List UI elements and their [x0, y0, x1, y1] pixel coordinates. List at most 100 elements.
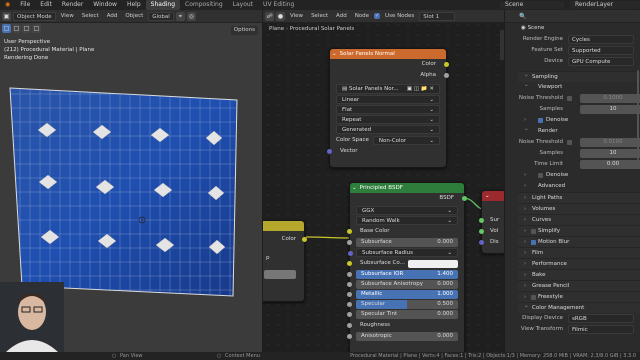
simplify-panel[interactable]: Simplify	[518, 225, 640, 237]
sss-method-dropdown[interactable]: Random Walk ⌄	[356, 216, 458, 225]
feature-set-dropdown[interactable]: Supported	[568, 46, 634, 55]
source-dropdown[interactable]: Generated ⌄	[336, 125, 440, 134]
anisotropic-socket[interactable]	[347, 334, 352, 339]
curves-panel[interactable]: Curves	[518, 214, 640, 226]
r-denoise-subpanel[interactable]: Denoise	[518, 170, 640, 181]
vp-denoise-checkbox[interactable]	[538, 118, 543, 123]
color-space-dropdown[interactable]: Non-Color ⌄	[372, 136, 440, 145]
vector-input-socket[interactable]	[327, 149, 332, 154]
scene-selector[interactable]: Scene	[500, 1, 564, 9]
collapse-icon[interactable]: ⌄	[332, 51, 337, 57]
volume-socket[interactable]	[479, 229, 484, 234]
image-datablock[interactable]: ▤ Solar Panels Nor... ▣ ◫ 📁 ✕	[336, 84, 440, 94]
advanced-subpanel[interactable]: Advanced	[518, 181, 640, 192]
node-editor[interactable]: ☍ ● View Select Add Node ✓ Use Nodes Slo…	[263, 10, 504, 352]
search-icon[interactable]: 🔍	[519, 13, 526, 20]
subsurface-radius-dropdown[interactable]: Subsurface Radius ⌄	[348, 248, 458, 257]
subsurface-socket[interactable]	[347, 240, 352, 245]
grease-pencil-panel[interactable]: Grease Pencil	[518, 280, 640, 292]
menu-window[interactable]: Window	[88, 0, 122, 10]
material-output-header[interactable]: ⌄	[482, 191, 504, 201]
motion-blur-panel[interactable]: Motion Blur	[518, 236, 640, 248]
vp-noise-threshold-checkbox[interactable]	[567, 96, 572, 101]
freestyle-panel[interactable]: Freestyle	[518, 291, 640, 303]
menu-edit[interactable]: Edit	[35, 0, 57, 10]
tab-compositing[interactable]: Compositing	[180, 0, 228, 10]
image-node-header[interactable]: ⌄ Solar Panels Normal	[330, 49, 446, 59]
roughness-socket[interactable]	[347, 323, 352, 328]
vp-denoise-subpanel[interactable]: Denoise	[518, 115, 640, 126]
performance-panel[interactable]: Performance	[518, 258, 640, 270]
color-output-socket[interactable]	[302, 237, 307, 242]
projection-dropdown[interactable]: Flat ⌄	[336, 105, 440, 114]
color-output-socket[interactable]	[444, 62, 449, 67]
vp-samples-field[interactable]: 10	[580, 105, 640, 114]
subsurface-radius-socket[interactable]	[348, 251, 353, 256]
subsurface-color-swatch[interactable]	[407, 259, 458, 268]
specular-field[interactable]: Specular 0.500	[347, 300, 458, 309]
specular-tint-field[interactable]: Specular Tint 0.000	[347, 310, 458, 319]
collapse-icon[interactable]: ⌄	[352, 185, 357, 191]
view-transform-dropdown[interactable]: Filmic	[568, 325, 634, 334]
volumes-panel[interactable]: Volumes	[518, 203, 640, 215]
base-color-socket[interactable]	[347, 229, 352, 234]
bake-panel[interactable]: Bake	[518, 269, 640, 281]
subsurface-ior-field[interactable]: Subsurface IOR 1.400	[347, 270, 458, 279]
distribution-dropdown[interactable]: GGX ⌄	[356, 206, 458, 215]
subsurface-anisotropy-socket[interactable]	[347, 282, 352, 287]
time-limit-field[interactable]: 0.00	[580, 160, 640, 169]
vp-noise-threshold-field[interactable]: 0.1000	[580, 94, 640, 103]
displacement-socket[interactable]	[479, 240, 484, 245]
bsdf-output-socket[interactable]	[462, 196, 467, 201]
r-noise-threshold-field[interactable]: 0.0100	[580, 138, 640, 147]
blender-logo[interactable]: ◉	[0, 0, 15, 10]
color-source-node[interactable]: Color p	[263, 220, 307, 302]
left-node-field[interactable]	[264, 270, 296, 279]
principled-bsdf-node[interactable]: ⌄ Principled BSDF BSDF GGX ⌄ Random Walk ⌄ …	[347, 182, 467, 352]
tab-uv-editing[interactable]: UV Editing	[258, 0, 299, 10]
r-noise-threshold-checkbox[interactable]	[567, 140, 572, 145]
properties-scrollbar[interactable]	[637, 70, 639, 160]
metallic-field[interactable]: Metallic 1.000	[347, 290, 458, 299]
motion-blur-checkbox[interactable]	[531, 240, 536, 245]
tab-layout[interactable]: Layout	[228, 0, 258, 10]
color-source-node-header[interactable]	[263, 221, 304, 231]
view-layer-selector[interactable]: RenderLayer	[570, 1, 640, 9]
device-dropdown[interactable]: GPU Compute	[568, 57, 634, 66]
image-texture-node[interactable]: ⌄ Solar Panels Normal Color Alpha ▤ Solar…	[327, 48, 449, 168]
r-denoise-checkbox[interactable]	[538, 173, 543, 178]
anisotropic-field[interactable]: Anisotropic 0.000	[347, 332, 458, 341]
extension-dropdown[interactable]: Repeat ⌄	[336, 115, 440, 124]
specular-socket[interactable]	[347, 302, 352, 307]
render-engine-dropdown[interactable]: Cycles	[568, 35, 634, 44]
menu-file[interactable]: File	[15, 0, 35, 10]
collapse-icon[interactable]: ⌄	[485, 193, 490, 199]
interpolation-dropdown[interactable]: Linear ⌄	[336, 95, 440, 104]
properties-editor[interactable]: 🔍 ◉ Scene Render Engine Cycles Feature Se…	[505, 10, 640, 352]
material-output-node[interactable]: ⌄ Sur Vol Dis	[479, 190, 504, 254]
freestyle-checkbox[interactable]	[531, 295, 536, 300]
subsurface-color-socket[interactable]	[347, 261, 352, 266]
alpha-output-socket[interactable]	[444, 73, 449, 78]
subsurface-anisotropy-field[interactable]: Subsurface Anisotropy 0.000	[347, 280, 458, 289]
bsdf-node-header[interactable]: ⌄ Principled BSDF	[350, 183, 464, 193]
specular-tint-socket[interactable]	[347, 312, 352, 317]
surface-socket[interactable]	[479, 218, 484, 223]
simplify-checkbox[interactable]	[531, 229, 536, 234]
film-panel[interactable]: Film	[518, 247, 640, 259]
tab-shading[interactable]: Shading	[145, 0, 181, 10]
sidebar-toggle[interactable]	[500, 30, 504, 60]
subsurface-field[interactable]: Subsurface 0.000	[347, 238, 458, 247]
image-actions-icons[interactable]: ▣ ◫ 📁 ✕	[407, 85, 434, 93]
menu-render[interactable]: Render	[57, 0, 88, 10]
r-samples-field[interactable]: 10	[580, 149, 640, 158]
color-management-panel[interactable]: Color Management	[518, 301, 640, 313]
viewport-subpanel-header[interactable]: Viewport	[518, 80, 640, 93]
sampling-panel-header[interactable]: Sampling	[518, 70, 640, 82]
render-subpanel-header[interactable]: Render	[518, 124, 640, 137]
display-device-dropdown[interactable]: sRGB	[568, 314, 634, 323]
subsurface-ior-socket[interactable]	[347, 272, 352, 277]
light-paths-panel[interactable]: Light Paths	[518, 192, 640, 204]
metallic-socket[interactable]	[347, 292, 352, 297]
menu-help[interactable]: Help	[122, 0, 146, 10]
